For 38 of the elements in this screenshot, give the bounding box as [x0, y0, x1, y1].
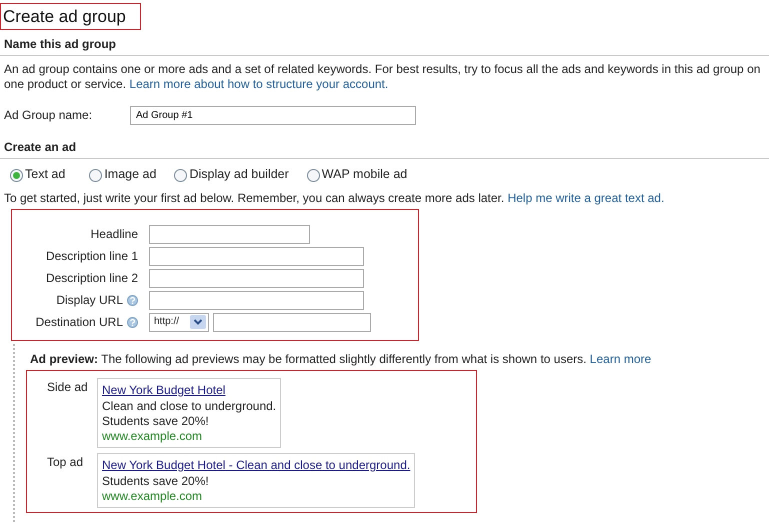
page-title: Create ad group	[0, 3, 141, 30]
ad-headline-link[interactable]: New York Budget Hotel	[102, 382, 226, 398]
help-link[interactable]: Help me write a great text ad.	[508, 190, 664, 205]
section-heading: Name this ad group	[0, 37, 769, 56]
protocol-dropdown[interactable]: http://	[149, 312, 209, 332]
learn-more-link[interactable]: Learn more	[590, 352, 652, 366]
ad-type-radio[interactable]: Image ad	[89, 167, 156, 183]
ad-text: Students save 20%!	[102, 474, 210, 489]
text-field[interactable]	[149, 268, 364, 288]
field-label: Headline	[90, 226, 138, 242]
ad-url: www.example.com	[102, 428, 204, 444]
prompt-text: To get started, just write your first ad below. Remember, you can always create more ads later. Help me write a great text ad.	[3, 190, 666, 206]
text-field[interactable]	[149, 246, 364, 266]
field-label: Destination URL	[36, 314, 123, 330]
field-label: Description line 2	[46, 270, 138, 286]
preview-text: Ad preview: The following ad previews may be formatted slightly differently from what is shown to users. Learn more	[30, 352, 652, 367]
ad-type-radio[interactable]: Text ad	[10, 167, 66, 183]
help-icon[interactable]	[127, 316, 138, 328]
ad-text: Clean and close to underground.	[102, 398, 276, 414]
ad-group-name-field[interactable]: Ad Group #1	[130, 106, 416, 126]
intro-paragraph: An ad group contains one or more ads and a set of related keywords. For best results, try to focus all the ads and keywords in this ad group on one product or service. Learn more about how to structure your account.	[3, 61, 762, 92]
ad-type-label: Side ad	[47, 378, 89, 396]
field-label: Display URL	[56, 292, 123, 308]
ad-text: Students save 20%!	[102, 414, 210, 429]
field-label: Description line 1	[46, 248, 138, 264]
ad-type-radio[interactable]: Display ad builder	[174, 167, 289, 183]
ad-url: www.example.com	[102, 488, 204, 504]
ad-headline-link[interactable]: New York Budget Hotel - Clean and close to underground.	[102, 458, 410, 473]
field-label: Ad Group name:	[4, 108, 94, 124]
help-icon[interactable]	[127, 294, 138, 306]
ad-type-label: Top ad	[47, 454, 84, 471]
ad-type-radio[interactable]: WAP mobile ad	[306, 167, 408, 183]
headline-field[interactable]	[149, 224, 310, 244]
destination-url-field[interactable]	[213, 312, 371, 332]
dropdown-caret-icon[interactable]	[190, 315, 206, 330]
section-heading: Create an ad	[0, 140, 769, 160]
text-field[interactable]	[149, 290, 364, 310]
help-link[interactable]: Learn more about how to structure your account.	[129, 77, 388, 92]
